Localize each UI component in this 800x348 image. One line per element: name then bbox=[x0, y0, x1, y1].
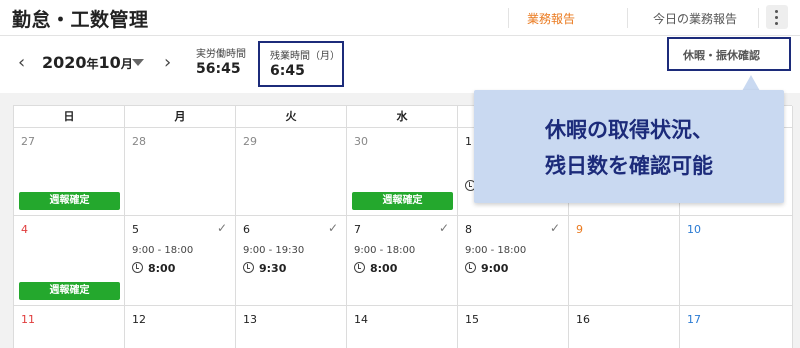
day-number: 15 bbox=[465, 313, 479, 326]
feature-callout: 休暇の取得状況、 残日数を確認可能 bbox=[474, 90, 784, 203]
weekday-sun: 日 bbox=[14, 106, 125, 128]
worked-time: 8:00 bbox=[354, 262, 397, 275]
day-cell[interactable]: 29 bbox=[236, 128, 347, 216]
nav-work-report[interactable]: 業務報告 bbox=[527, 10, 575, 27]
nav-divider bbox=[758, 8, 759, 28]
day-cell[interactable]: 11 bbox=[14, 306, 125, 348]
day-number: 1 bbox=[465, 135, 472, 148]
day-cell[interactable]: 28 bbox=[125, 128, 236, 216]
weekly-confirm-badge[interactable]: 週報確定 bbox=[19, 282, 120, 300]
day-cell[interactable]: 12 bbox=[125, 306, 236, 348]
worked-time-value: 8:00 bbox=[370, 262, 398, 275]
weekday-tue: 火 bbox=[236, 106, 347, 128]
day-cell[interactable]: 5 ✓ 9:00 - 18:00 8:00 bbox=[125, 216, 236, 306]
nav-divider bbox=[627, 8, 628, 28]
overtime-highlight: 残業時間（月） 6:45 bbox=[258, 41, 344, 87]
callout-pointer bbox=[742, 75, 760, 91]
work-hours-range: 9:00 - 18:00 bbox=[132, 245, 194, 256]
check-icon: ✓ bbox=[327, 221, 338, 235]
day-number: 5 bbox=[132, 223, 139, 236]
worked-time-value: 9:00 bbox=[481, 262, 509, 275]
clock-icon bbox=[465, 262, 476, 273]
day-cell[interactable]: 30 週報確定 bbox=[347, 128, 458, 216]
actual-work-label: 実労働時間 bbox=[196, 49, 246, 60]
day-number: 14 bbox=[354, 313, 368, 326]
weekday-wed: 水 bbox=[347, 106, 458, 128]
check-icon: ✓ bbox=[549, 221, 560, 235]
callout-line-1: 休暇の取得状況、 bbox=[545, 118, 713, 142]
day-number: 29 bbox=[243, 135, 257, 148]
day-cell[interactable]: 7 ✓ 9:00 - 18:00 8:00 bbox=[347, 216, 458, 306]
chevron-left-icon[interactable]: ‹ bbox=[18, 54, 25, 72]
nav-today-report[interactable]: 今日の業務報告 bbox=[653, 10, 737, 27]
day-number: 8 bbox=[465, 223, 472, 236]
overtime-label: 残業時間（月） bbox=[270, 51, 340, 62]
day-number: 4 bbox=[21, 223, 28, 236]
nav-divider bbox=[508, 8, 509, 28]
day-cell[interactable]: 9 bbox=[569, 216, 680, 306]
actual-work-value: 56:45 bbox=[196, 61, 241, 77]
day-cell[interactable]: 16 bbox=[569, 306, 680, 348]
month-toolbar: ‹ 2020年10月 › 実労働時間 56:45 残業時間（月） 6:45 休暇… bbox=[0, 37, 800, 93]
day-number: 6 bbox=[243, 223, 250, 236]
work-hours-range: 9:00 - 18:00 bbox=[465, 245, 527, 256]
leave-check-link[interactable]: 休暇・振休確認 bbox=[683, 47, 760, 63]
day-number: 11 bbox=[21, 313, 35, 326]
day-number: 9 bbox=[576, 223, 583, 236]
work-hours-range: 9:00 - 19:30 bbox=[243, 245, 305, 256]
month-selector[interactable]: 2020年10月 bbox=[42, 53, 133, 72]
worked-time: 8:00 bbox=[132, 262, 175, 275]
clock-icon bbox=[354, 262, 365, 273]
day-number: 13 bbox=[243, 313, 257, 326]
day-cell[interactable]: 13 bbox=[236, 306, 347, 348]
day-number: 28 bbox=[132, 135, 146, 148]
day-number: 16 bbox=[576, 313, 590, 326]
year-suffix: 年 bbox=[86, 57, 99, 71]
callout-line-2: 残日数を確認可能 bbox=[545, 154, 713, 178]
day-cell[interactable]: 17 bbox=[680, 306, 793, 348]
day-cell[interactable]: 4 週報確定 bbox=[14, 216, 125, 306]
day-number: 7 bbox=[354, 223, 361, 236]
year-value: 2020 bbox=[42, 53, 87, 72]
day-number: 30 bbox=[354, 135, 368, 148]
worked-time-value: 9:30 bbox=[259, 262, 287, 275]
day-cell[interactable]: 15 bbox=[458, 306, 569, 348]
day-number: 10 bbox=[687, 223, 701, 236]
check-icon: ✓ bbox=[438, 221, 449, 235]
day-cell[interactable]: 14 bbox=[347, 306, 458, 348]
clock-icon bbox=[132, 262, 143, 273]
kebab-menu-icon[interactable] bbox=[766, 5, 788, 29]
app-header: 勤怠・工数管理 業務報告 今日の業務報告 bbox=[0, 0, 800, 36]
day-number: 17 bbox=[687, 313, 701, 326]
month-value: 10 bbox=[98, 53, 121, 72]
leave-link-highlight: 休暇・振休確認 bbox=[667, 37, 791, 71]
clock-icon bbox=[243, 262, 254, 273]
overtime-value: 6:45 bbox=[270, 63, 305, 79]
weekday-mon: 月 bbox=[125, 106, 236, 128]
day-cell[interactable]: 6 ✓ 9:00 - 19:30 9:30 bbox=[236, 216, 347, 306]
work-hours-range: 9:00 - 18:00 bbox=[354, 245, 416, 256]
app-title: 勤怠・工数管理 bbox=[12, 9, 149, 31]
day-cell[interactable]: 8 ✓ 9:00 - 18:00 9:00 bbox=[458, 216, 569, 306]
day-number: 12 bbox=[132, 313, 146, 326]
chevron-down-icon[interactable] bbox=[132, 59, 144, 66]
worked-time-value: 8:00 bbox=[148, 262, 176, 275]
worked-time: 9:30 bbox=[243, 262, 286, 275]
weekly-confirm-badge[interactable]: 週報確定 bbox=[19, 192, 120, 210]
chevron-right-icon[interactable]: › bbox=[164, 54, 171, 72]
worked-time: 9:00 bbox=[465, 262, 508, 275]
day-number: 27 bbox=[21, 135, 35, 148]
weekly-confirm-badge[interactable]: 週報確定 bbox=[352, 192, 453, 210]
check-icon: ✓ bbox=[216, 221, 227, 235]
day-cell[interactable]: 10 bbox=[680, 216, 793, 306]
day-cell[interactable]: 27 週報確定 bbox=[14, 128, 125, 216]
